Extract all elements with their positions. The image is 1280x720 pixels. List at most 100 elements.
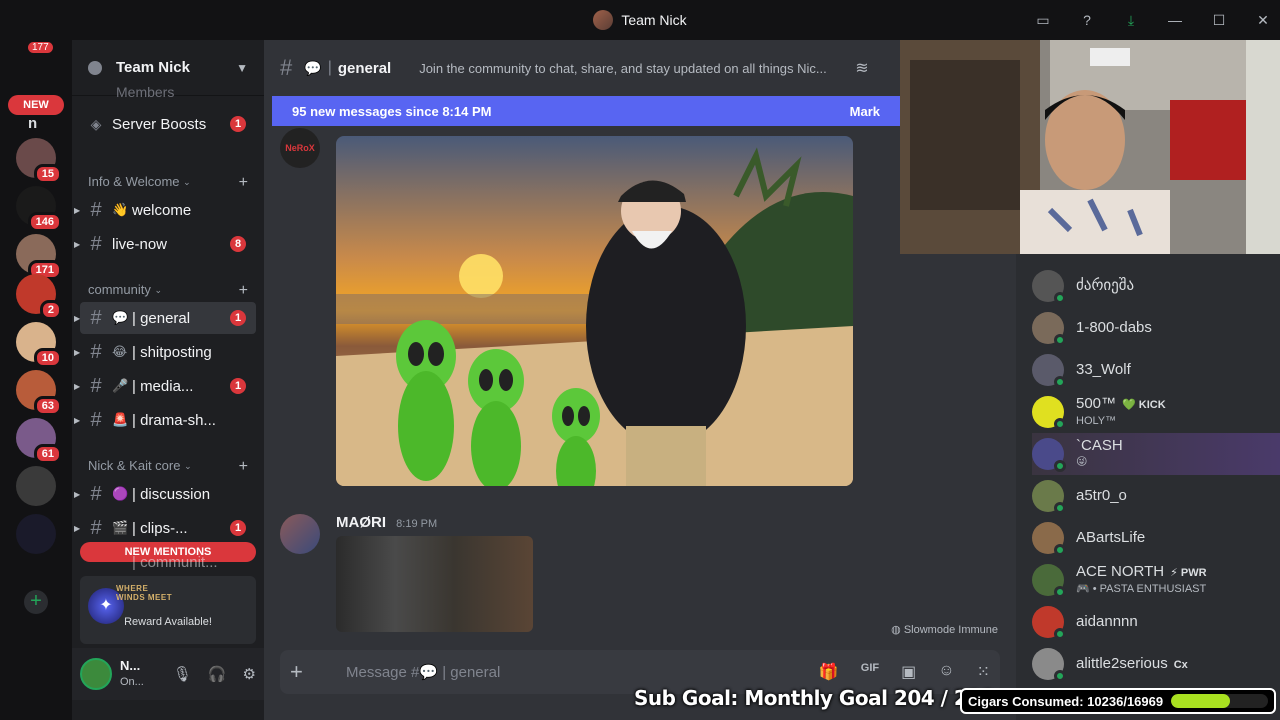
online-status-icon: [1054, 502, 1066, 514]
member-item[interactable]: ACE NORTH ⚡ PWR 🎮 • PASTA ENTHUSIAST: [1032, 559, 1280, 601]
avatar: [1032, 564, 1066, 598]
avatar: [1032, 312, 1066, 346]
channel-name: | media...: [132, 377, 194, 395]
server-icon[interactable]: 61: [16, 418, 62, 464]
online-status-icon: [1054, 376, 1066, 388]
webcam-overlay: [900, 40, 1280, 254]
minimize-button[interactable]: —: [1166, 12, 1184, 28]
server-icon[interactable]: 2: [16, 274, 62, 320]
channel-clips[interactable]: ▶ # 🎬 | clips-... 1: [74, 512, 256, 544]
channel-communit[interactable]: | communit...: [80, 546, 256, 578]
category-info[interactable]: Info & Welcome ⌄ +: [88, 174, 248, 192]
channel-emoji: 🎬: [112, 520, 129, 535]
gear-icon[interactable]: ⚙: [243, 665, 256, 683]
member-name: 33_Wolf: [1076, 361, 1131, 378]
channel-general[interactable]: ▶ # 💬 | general 1: [74, 302, 256, 334]
microphone-icon[interactable]: 🎙: [173, 665, 192, 683]
add-channel-icon[interactable]: +: [239, 282, 248, 300]
attach-plus-icon[interactable]: +: [290, 659, 330, 685]
channel-welcome[interactable]: ▶ # 👋 welcome: [74, 194, 256, 226]
message-author[interactable]: MAØRI: [336, 514, 386, 531]
member-item[interactable]: `CASH 😜: [1032, 433, 1280, 475]
server-badge: 63: [33, 396, 62, 416]
channel-name: | discussion: [132, 485, 211, 503]
hash-icon: #: [90, 408, 102, 431]
server-icon[interactable]: [16, 514, 56, 554]
hash-icon: #: [90, 306, 102, 329]
server-boosts-item[interactable]: ◈ Server Boosts 1: [80, 108, 256, 140]
chevron-down-icon: ▼: [236, 60, 248, 75]
new-messages-bar[interactable]: 95 new messages since 8:14 PM Mark: [272, 96, 900, 126]
channel-name: | general: [132, 309, 191, 327]
apps-icon[interactable]: ⁙: [977, 662, 990, 682]
server-icon[interactable]: 63: [16, 370, 62, 416]
add-channel-icon[interactable]: +: [239, 174, 248, 192]
channel-live-now[interactable]: ▶ # live-now 8: [74, 228, 256, 260]
message-input[interactable]: Message #💬 | general: [346, 663, 500, 681]
slowmode-label: Slowmode Immune: [903, 624, 998, 636]
download-icon[interactable]: ⤓: [1122, 12, 1140, 29]
add-server-button[interactable]: +: [24, 590, 48, 614]
member-item[interactable]: 1-800-dabs: [1032, 307, 1280, 349]
member-item[interactable]: 500™ 💚 KICK HOLY™: [1032, 391, 1280, 433]
caret-right-icon: ▶: [74, 205, 81, 215]
reward-card[interactable]: ✦ WHERE WINDS MEET Reward Available!: [80, 576, 256, 644]
member-item[interactable]: 33_Wolf: [1032, 349, 1280, 391]
mark-as-read-button[interactable]: Mark: [850, 104, 880, 119]
add-channel-icon[interactable]: +: [239, 458, 248, 476]
category-community-label: community: [88, 282, 151, 297]
server-icon[interactable]: [16, 466, 56, 506]
channel-media[interactable]: ▶ # 🎤 | media... 1: [74, 370, 256, 402]
server-icon[interactable]: 10: [16, 322, 62, 368]
avatar[interactable]: [80, 658, 112, 690]
channel-emoji: 💬: [112, 310, 129, 325]
close-button[interactable]: ✕: [1254, 12, 1272, 29]
online-status-icon: [1054, 670, 1066, 682]
channel-name: | drama-sh...: [132, 411, 216, 429]
channel-discussion[interactable]: ▶ # 🟣 | discussion: [74, 478, 256, 510]
avatar[interactable]: NeRoX: [280, 128, 320, 168]
member-item[interactable]: alittle2serious Cx: [1032, 643, 1280, 685]
help-icon[interactable]: ?: [1078, 12, 1096, 28]
message-image[interactable]: [336, 536, 533, 632]
threads-icon[interactable]: ≋: [855, 58, 868, 78]
member-tag: 💚 KICK: [1122, 398, 1166, 411]
server-boosts-label: Server Boosts: [112, 115, 207, 133]
member-item[interactable]: ძარიეშა: [1032, 265, 1280, 307]
online-status-icon: [1054, 586, 1066, 598]
message-image[interactable]: [336, 136, 853, 486]
member-name: a5tr0_o: [1076, 487, 1127, 504]
maximize-button[interactable]: ☐: [1210, 12, 1228, 29]
inbox-icon[interactable]: ▭: [1034, 12, 1052, 29]
unread-count: 8: [230, 236, 246, 252]
gif-icon[interactable]: GIF: [861, 662, 879, 682]
channel-drama[interactable]: ▶ # 🚨 | drama-sh...: [74, 404, 256, 436]
member-activity: 🎮 • PASTA ENTHUSIAST: [1076, 582, 1207, 595]
channel-topic[interactable]: Join the community to chat, share, and s…: [419, 61, 849, 76]
channel-emoji: 🎤: [112, 378, 129, 393]
hash-icon: #: [280, 55, 293, 80]
user-status: On...: [120, 676, 144, 688]
category-core[interactable]: Nick & Kait core ⌄ +: [88, 458, 248, 476]
category-community[interactable]: community ⌄ +: [88, 282, 248, 300]
avatar[interactable]: [280, 514, 320, 554]
server-icon[interactable]: 171: [16, 234, 62, 280]
emoji-icon[interactable]: ☺: [938, 662, 954, 682]
headphones-icon[interactable]: 🎧: [208, 665, 227, 683]
caret-right-icon: ▶: [74, 381, 81, 391]
members-item[interactable]: Members: [116, 84, 174, 100]
sticker-icon[interactable]: ▣: [901, 662, 916, 682]
folder-letter[interactable]: n: [28, 115, 37, 132]
channel-shitposting[interactable]: ▶ # 😂 | shitposting: [74, 336, 256, 368]
server-icon[interactable]: 146: [16, 186, 62, 232]
member-item[interactable]: ABartsLife: [1032, 517, 1280, 559]
gift-icon[interactable]: 🎁: [819, 662, 839, 682]
message-header: MAØRI 8:19 PM: [336, 514, 437, 531]
member-item[interactable]: aidannnn: [1032, 601, 1280, 643]
channel-title: general: [337, 59, 392, 77]
caret-right-icon: ▶: [74, 489, 81, 499]
new-pill[interactable]: NEW: [8, 95, 64, 115]
server-icon[interactable]: 15: [16, 138, 62, 184]
member-item[interactable]: a5tr0_o: [1032, 475, 1280, 517]
hash-icon: #: [90, 516, 102, 539]
